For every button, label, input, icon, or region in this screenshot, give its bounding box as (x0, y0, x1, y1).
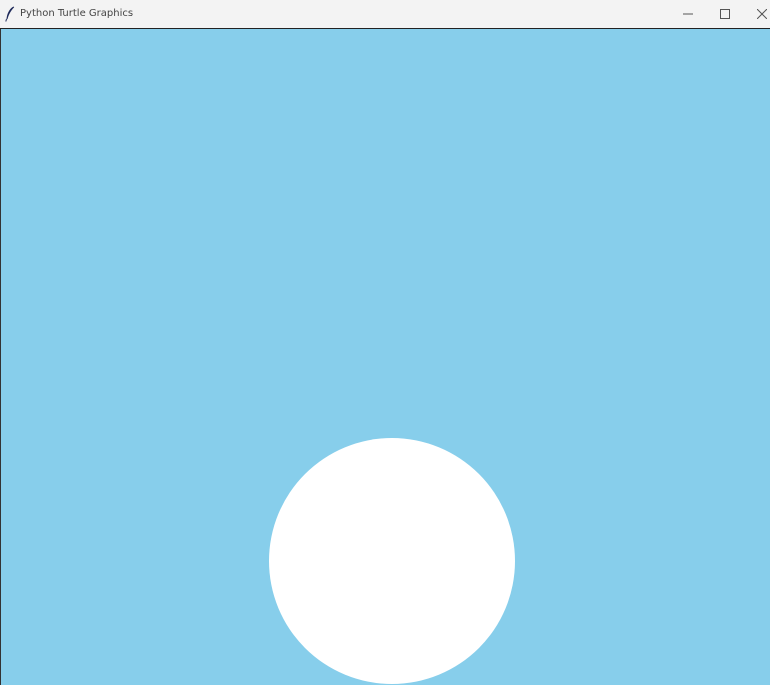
feather-icon (5, 6, 15, 22)
minimize-icon (683, 9, 693, 19)
close-button[interactable] (744, 0, 770, 28)
turtle-window: Python Turtle Graphics (0, 0, 770, 686)
white-circle (269, 438, 515, 684)
turtle-canvas[interactable] (0, 29, 770, 685)
maximize-button[interactable] (707, 0, 743, 28)
minimize-button[interactable] (670, 0, 706, 28)
close-icon (757, 9, 767, 19)
window-title: Python Turtle Graphics (20, 8, 134, 19)
title-bar[interactable]: Python Turtle Graphics (0, 0, 770, 29)
maximize-icon (720, 9, 730, 19)
